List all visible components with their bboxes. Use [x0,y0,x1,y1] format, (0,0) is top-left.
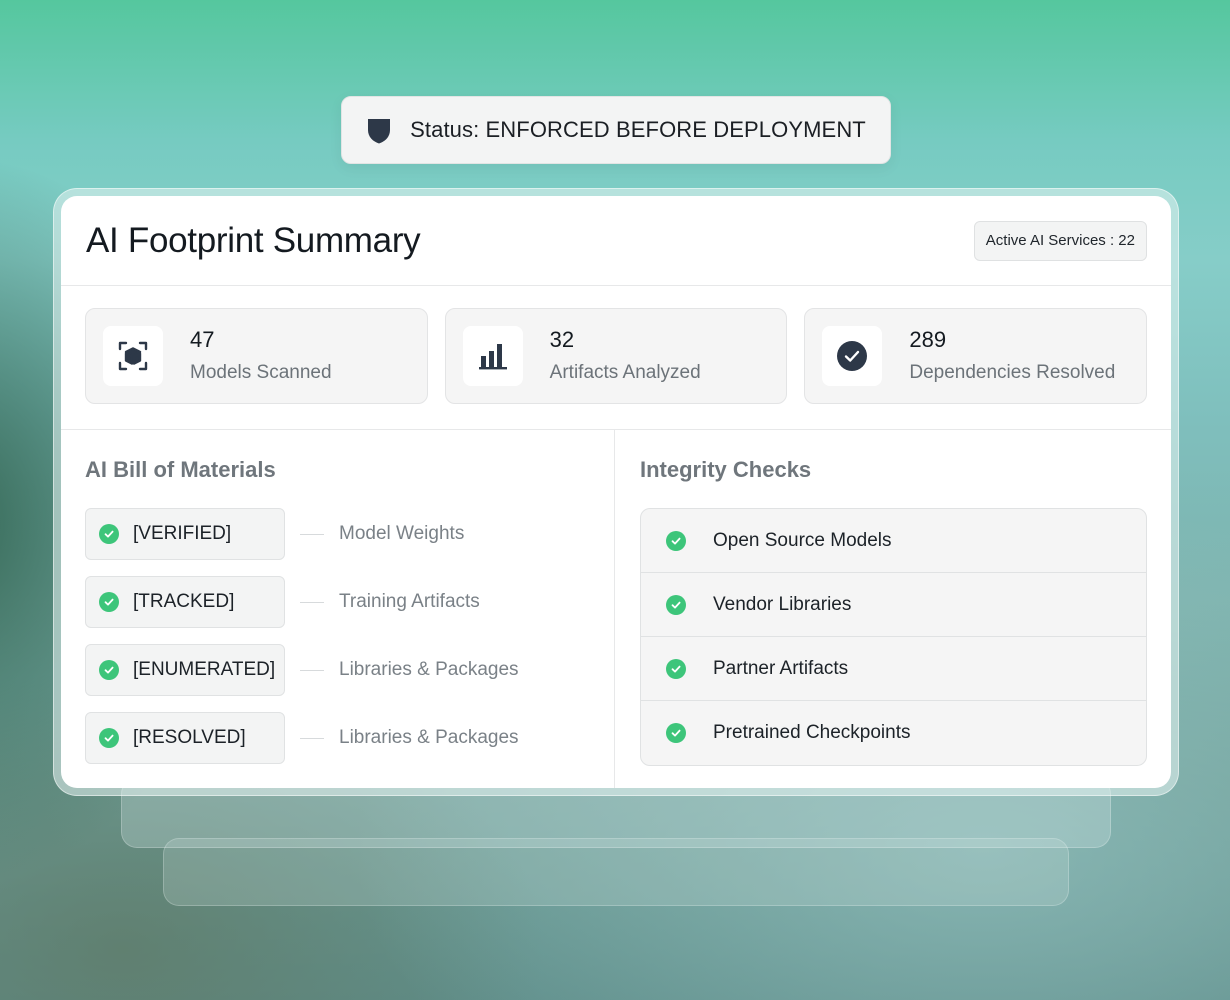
bom-label: Model Weights [339,523,465,544]
bom-tag: [RESOLVED] [85,712,285,764]
bom-label: Libraries & Packages [339,727,519,748]
stat-label: Dependencies Resolved [909,361,1116,383]
check-circle-icon [99,524,119,544]
integrity-label: Open Source Models [713,529,892,551]
check-circle-icon [99,660,119,680]
bom-row: [TRACKED] Training Artifacts [85,576,614,628]
stat-label: Artifacts Analyzed [549,361,701,383]
integrity-label: Pretrained Checkpoints [713,722,911,743]
shield-icon [366,116,392,144]
bom-tag-text: [TRACKED] [133,591,235,612]
connector-line [300,737,324,739]
bom-tag-text: [ENUMERATED] [133,659,276,680]
stat-value: 32 [549,326,575,352]
bom-label: Libraries & Packages [339,659,519,680]
integrity-label: Partner Artifacts [713,657,849,679]
summary-card: AI Footprint Summary Active AI Services … [61,196,1171,788]
integrity-item: Pretrained Checkpoints [641,701,1146,765]
stat-value: 289 [909,326,947,352]
status-text: Status: ENFORCED BEFORE DEPLOYMENT [410,117,866,142]
stat-card-dependencies: 289 Dependencies Resolved [804,308,1148,404]
check-circle-icon [666,658,686,679]
integrity-title: Integrity Checks [640,457,812,482]
check-circle-icon [99,592,119,612]
integrity-item: Open Source Models [641,509,1146,573]
bar-chart-icon [462,326,523,386]
check-circle-icon [666,530,686,551]
bom-tag: [ENUMERATED] [85,644,285,696]
integrity-panel: Integrity Checks Open Source Models Vend… [615,430,1171,788]
stat-value: 47 [190,326,215,352]
check-circle-icon [666,723,686,743]
details-section: AI Bill of Materials [VERIFIED] Model We… [61,430,1171,788]
bom-row: [ENUMERATED] Libraries & Packages [85,644,614,696]
cube-scan-icon [103,326,163,386]
status-pill: Status: ENFORCED BEFORE DEPLOYMENT [341,96,891,164]
card-header: AI Footprint Summary Active AI Services … [61,196,1171,286]
stats-row: 47 Models Scanned 32 Artifacts Analyzed [61,286,1171,430]
stacked-card-back [163,838,1069,906]
bom-panel: AI Bill of Materials [VERIFIED] Model We… [61,430,615,788]
page-title: AI Footprint Summary [86,220,421,260]
integrity-list: Open Source Models Vendor Libraries Part… [640,508,1147,766]
integrity-item: Vendor Libraries [641,573,1146,637]
bom-title: AI Bill of Materials [85,457,276,482]
integrity-item: Partner Artifacts [641,637,1146,701]
integrity-label: Vendor Libraries [713,593,852,615]
bom-row: [VERIFIED] Model Weights [85,508,614,560]
connector-line [300,533,324,535]
stat-card-models: 47 Models Scanned [85,308,428,404]
bom-tag-text: [VERIFIED] [133,523,232,544]
check-circle-icon [822,326,883,386]
check-circle-icon [666,594,686,615]
bom-tag: [VERIFIED] [85,508,285,560]
stat-label: Models Scanned [190,361,332,383]
active-services-badge: Active AI Services : 22 [973,220,1147,261]
stat-card-artifacts: 32 Artifacts Analyzed [444,308,788,404]
bom-label: Training Artifacts [339,591,480,612]
bom-tag: [TRACKED] [85,576,285,628]
bom-tag-text: [RESOLVED] [133,727,246,748]
bom-row: [RESOLVED] Libraries & Packages [85,712,614,764]
connector-line [300,601,324,603]
check-circle-icon [99,728,119,748]
connector-line [300,669,324,671]
